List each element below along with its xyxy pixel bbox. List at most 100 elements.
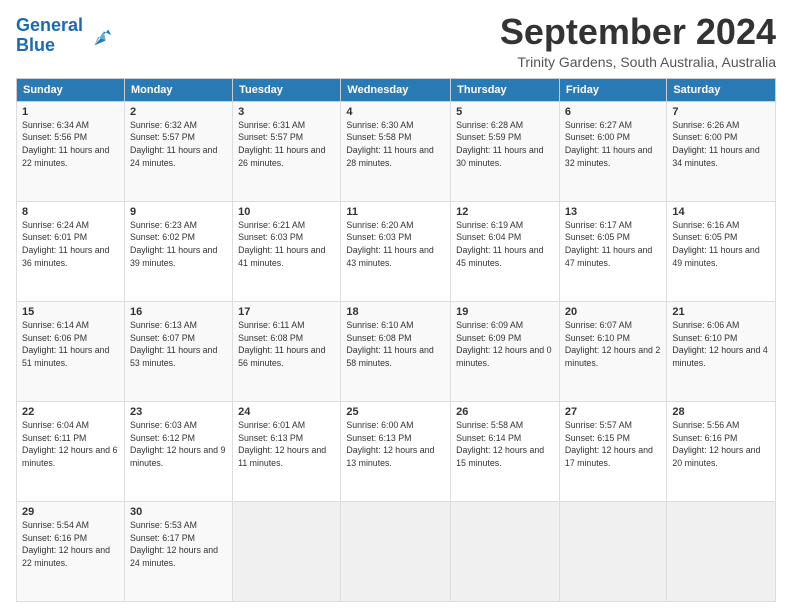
table-row xyxy=(451,501,560,601)
col-monday: Monday xyxy=(124,78,232,101)
table-row: 18Sunrise: 6:10 AMSunset: 6:08 PMDayligh… xyxy=(341,301,451,401)
header: General Blue September 2024 Trinity Gard… xyxy=(16,12,776,70)
day-info: Sunrise: 6:19 AMSunset: 6:04 PMDaylight:… xyxy=(456,220,543,268)
calendar-table: Sunday Monday Tuesday Wednesday Thursday… xyxy=(16,78,776,602)
day-info: Sunrise: 6:14 AMSunset: 6:06 PMDaylight:… xyxy=(22,320,109,368)
title-block: September 2024 Trinity Gardens, South Au… xyxy=(500,12,776,70)
day-number: 15 xyxy=(22,306,119,318)
day-info: Sunrise: 6:28 AMSunset: 5:59 PMDaylight:… xyxy=(456,120,543,168)
table-row: 11 Sunrise: 6:20 AMSunset: 6:03 PMDayligh… xyxy=(341,201,451,301)
day-info: Sunrise: 6:06 AMSunset: 6:10 PMDaylight:… xyxy=(672,320,767,368)
day-number: 14 xyxy=(672,206,770,218)
month-title: September 2024 xyxy=(500,12,776,52)
logo: General Blue xyxy=(16,16,113,56)
day-number: 27 xyxy=(565,406,661,418)
header-row: Sunday Monday Tuesday Wednesday Thursday… xyxy=(17,78,776,101)
table-row: 8 Sunrise: 6:24 AMSunset: 6:01 PMDaylight… xyxy=(17,201,125,301)
table-row: 7 Sunrise: 6:26 AMSunset: 6:00 PMDaylight… xyxy=(667,101,776,201)
col-friday: Friday xyxy=(559,78,666,101)
calendar-week-1: 1Sunrise: 6:34 AMSunset: 5:56 PMDaylight… xyxy=(17,101,776,201)
table-row: 3Sunrise: 6:31 AMSunset: 5:57 PMDaylight… xyxy=(233,101,341,201)
day-number: 5 xyxy=(456,106,554,118)
day-info: Sunrise: 6:31 AMSunset: 5:57 PMDaylight:… xyxy=(238,120,325,168)
day-number: 19 xyxy=(456,306,554,318)
logo-line1: General xyxy=(16,15,83,35)
table-row: 20 Sunrise: 6:07 AMSunset: 6:10 PMDayligh… xyxy=(559,301,666,401)
table-row: 16 Sunrise: 6:13 AMSunset: 6:07 PMDayligh… xyxy=(124,301,232,401)
table-row: 29Sunrise: 5:54 AMSunset: 6:16 PMDayligh… xyxy=(17,501,125,601)
location-title: Trinity Gardens, South Australia, Austra… xyxy=(500,54,776,70)
table-row xyxy=(341,501,451,601)
table-row xyxy=(667,501,776,601)
day-number: 29 xyxy=(22,506,119,518)
day-number: 23 xyxy=(130,406,227,418)
day-number: 1 xyxy=(22,106,119,118)
table-row: 1Sunrise: 6:34 AMSunset: 5:56 PMDaylight… xyxy=(17,101,125,201)
table-row: 27Sunrise: 5:57 AMSunset: 6:15 PMDayligh… xyxy=(559,401,666,501)
col-saturday: Saturday xyxy=(667,78,776,101)
table-row: 26 Sunrise: 5:58 AMSunset: 6:14 PMDayligh… xyxy=(451,401,560,501)
day-info: Sunrise: 6:11 AMSunset: 6:08 PMDaylight:… xyxy=(238,320,325,368)
table-row: 30 Sunrise: 5:53 AMSunset: 6:17 PMDayligh… xyxy=(124,501,232,601)
logo-icon xyxy=(85,22,113,50)
day-number: 18 xyxy=(346,306,445,318)
day-number: 11 xyxy=(346,206,445,218)
day-number: 6 xyxy=(565,106,661,118)
day-info: Sunrise: 6:16 AMSunset: 6:05 PMDaylight:… xyxy=(672,220,759,268)
table-row xyxy=(233,501,341,601)
page: General Blue September 2024 Trinity Gard… xyxy=(0,0,792,612)
day-number: 25 xyxy=(346,406,445,418)
day-number: 9 xyxy=(130,206,227,218)
col-sunday: Sunday xyxy=(17,78,125,101)
table-row: 12 Sunrise: 6:19 AMSunset: 6:04 PMDayligh… xyxy=(451,201,560,301)
day-number: 7 xyxy=(672,106,770,118)
day-number: 22 xyxy=(22,406,119,418)
day-number: 10 xyxy=(238,206,335,218)
table-row: 25Sunrise: 6:00 AMSunset: 6:13 PMDayligh… xyxy=(341,401,451,501)
day-info: Sunrise: 6:30 AMSunset: 5:58 PMDaylight:… xyxy=(346,120,433,168)
day-number: 16 xyxy=(130,306,227,318)
day-info: Sunrise: 6:26 AMSunset: 6:00 PMDaylight:… xyxy=(672,120,759,168)
day-number: 26 xyxy=(456,406,554,418)
day-info: Sunrise: 6:03 AMSunset: 6:12 PMDaylight:… xyxy=(130,420,225,468)
day-number: 20 xyxy=(565,306,661,318)
table-row: 21 Sunrise: 6:06 AMSunset: 6:10 PMDayligh… xyxy=(667,301,776,401)
table-row: 10 Sunrise: 6:21 AMSunset: 6:03 PMDayligh… xyxy=(233,201,341,301)
table-row: 17 Sunrise: 6:11 AMSunset: 6:08 PMDayligh… xyxy=(233,301,341,401)
day-number: 28 xyxy=(672,406,770,418)
table-row: 9 Sunrise: 6:23 AMSunset: 6:02 PMDaylight… xyxy=(124,201,232,301)
calendar-week-5: 29Sunrise: 5:54 AMSunset: 6:16 PMDayligh… xyxy=(17,501,776,601)
table-row: 6 Sunrise: 6:27 AMSunset: 6:00 PMDaylight… xyxy=(559,101,666,201)
table-row: 22 Sunrise: 6:04 AMSunset: 6:11 PMDayligh… xyxy=(17,401,125,501)
day-number: 17 xyxy=(238,306,335,318)
table-row: 15 Sunrise: 6:14 AMSunset: 6:06 PMDayligh… xyxy=(17,301,125,401)
table-row: 23 Sunrise: 6:03 AMSunset: 6:12 PMDayligh… xyxy=(124,401,232,501)
day-info: Sunrise: 6:27 AMSunset: 6:00 PMDaylight:… xyxy=(565,120,652,168)
day-number: 12 xyxy=(456,206,554,218)
day-info: Sunrise: 6:09 AMSunset: 6:09 PMDaylight:… xyxy=(456,320,551,368)
day-info: Sunrise: 6:04 AMSunset: 6:11 PMDaylight:… xyxy=(22,420,117,468)
day-info: Sunrise: 6:20 AMSunset: 6:03 PMDaylight:… xyxy=(346,220,433,268)
col-thursday: Thursday xyxy=(451,78,560,101)
day-info: Sunrise: 6:07 AMSunset: 6:10 PMDaylight:… xyxy=(565,320,660,368)
table-row: 5 Sunrise: 6:28 AMSunset: 5:59 PMDaylight… xyxy=(451,101,560,201)
table-row: 2Sunrise: 6:32 AMSunset: 5:57 PMDaylight… xyxy=(124,101,232,201)
calendar-week-2: 8 Sunrise: 6:24 AMSunset: 6:01 PMDaylight… xyxy=(17,201,776,301)
day-number: 30 xyxy=(130,506,227,518)
day-info: Sunrise: 6:32 AMSunset: 5:57 PMDaylight:… xyxy=(130,120,217,168)
day-info: Sunrise: 5:56 AMSunset: 6:16 PMDaylight:… xyxy=(672,420,760,468)
table-row: 13Sunrise: 6:17 AMSunset: 6:05 PMDayligh… xyxy=(559,201,666,301)
day-info: Sunrise: 5:53 AMSunset: 6:17 PMDaylight:… xyxy=(130,520,218,568)
day-number: 21 xyxy=(672,306,770,318)
day-info: Sunrise: 6:23 AMSunset: 6:02 PMDaylight:… xyxy=(130,220,217,268)
day-info: Sunrise: 6:21 AMSunset: 6:03 PMDaylight:… xyxy=(238,220,325,268)
logo-line2: Blue xyxy=(16,35,55,55)
calendar-week-3: 15 Sunrise: 6:14 AMSunset: 6:06 PMDayligh… xyxy=(17,301,776,401)
day-info: Sunrise: 6:17 AMSunset: 6:05 PMDaylight:… xyxy=(565,220,652,268)
day-info: Sunrise: 6:24 AMSunset: 6:01 PMDaylight:… xyxy=(22,220,109,268)
table-row xyxy=(559,501,666,601)
day-info: Sunrise: 5:58 AMSunset: 6:14 PMDaylight:… xyxy=(456,420,544,468)
col-wednesday: Wednesday xyxy=(341,78,451,101)
day-info: Sunrise: 6:13 AMSunset: 6:07 PMDaylight:… xyxy=(130,320,217,368)
day-number: 8 xyxy=(22,206,119,218)
